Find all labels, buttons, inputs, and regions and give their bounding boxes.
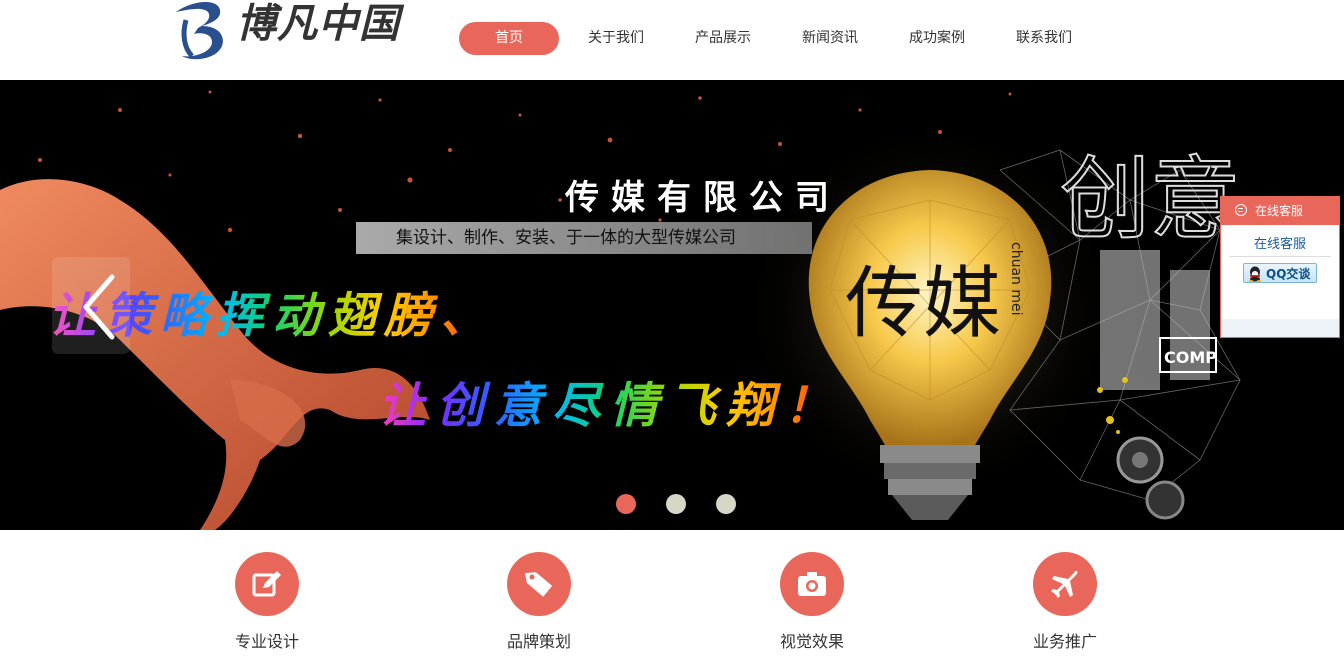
service-icon-circle — [235, 552, 299, 616]
slide-indicators — [616, 494, 736, 514]
service-label: 视觉效果 — [779, 632, 844, 651]
services-section: 专业设计 品牌策划 视觉效果 业务推广 — [0, 530, 1344, 657]
online-service-header[interactable]: 在线客服 — [1221, 197, 1339, 225]
service-label: 品牌策划 — [506, 632, 571, 651]
service-icon-circle — [780, 552, 844, 616]
service-visual[interactable]: 视觉效果 — [752, 552, 872, 652]
online-service-title: 在线客服 — [1255, 204, 1304, 218]
slide-dot-1[interactable] — [616, 494, 636, 514]
online-service-link[interactable]: 在线客服 — [1229, 233, 1331, 257]
service-branding[interactable]: 品牌策划 — [479, 552, 599, 652]
qq-chat-label: QQ交谈 — [1266, 267, 1311, 281]
service-label: 业务推广 — [1032, 632, 1097, 651]
bulb-base — [880, 445, 980, 520]
svg-text:COMP: COMP — [1164, 348, 1217, 367]
company-title: 传媒有限公司 — [565, 178, 841, 218]
qq-chat-button[interactable]: QQ交谈 — [1243, 263, 1317, 283]
service-promotion[interactable]: 业务推广 — [1005, 552, 1125, 652]
nav-item-about[interactable]: 关于我们 — [559, 22, 673, 55]
main-nav: 首页 关于我们 产品展示 新闻资讯 成功案例 联系我们 — [459, 22, 1101, 55]
tag-icon — [525, 572, 553, 597]
svg-text:chuan mei: chuan mei — [1008, 242, 1024, 316]
edit-icon — [252, 571, 281, 597]
camera-icon — [798, 572, 826, 596]
tagline-text: 集设计、制作、安装、于一体的大型传媒公司 — [396, 228, 736, 248]
nav-item-home[interactable]: 首页 — [459, 22, 559, 55]
service-icon-circle — [507, 552, 571, 616]
logo-text: 博凡中国 — [236, 1, 400, 47]
airplane-icon — [1051, 571, 1078, 598]
qq-penguin-icon — [1249, 266, 1261, 282]
service-label: 专业设计 — [234, 632, 299, 651]
nav-item-products[interactable]: 产品展示 — [673, 22, 773, 55]
online-service-widget: 在线客服 在线客服 QQ交谈 — [1220, 196, 1340, 338]
bulb-text: 传媒 — [845, 259, 1001, 349]
slide-dot-3[interactable] — [716, 494, 736, 514]
chevron-left-icon — [83, 274, 115, 340]
nav-item-cases[interactable]: 成功案例 — [887, 22, 987, 55]
site-header: 博凡中国 首页 关于我们 产品展示 新闻资讯 成功案例 联系我们 — [0, 0, 1344, 80]
service-design[interactable]: 专业设计 — [207, 552, 327, 652]
site-logo[interactable]: 博凡中国 — [172, 0, 422, 62]
logo-mark-icon — [176, 1, 223, 60]
online-service-footer — [1221, 319, 1339, 337]
right-deco-text: 创意 — [1060, 147, 1240, 252]
prev-slide-button[interactable] — [52, 257, 130, 354]
service-icon-circle — [1033, 552, 1097, 616]
hero-banner[interactable]: 传媒 chuan mei 创意 COMP 传媒有限公司 集设计、制作、安装、于一… — [0, 80, 1344, 530]
nav-item-contact[interactable]: 联系我们 — [987, 22, 1101, 55]
nav-item-news[interactable]: 新闻资讯 — [773, 22, 887, 55]
chat-icon — [1235, 204, 1247, 216]
slogan-line-2: 让创意尽情飞翔！ — [378, 366, 842, 436]
slide-dot-2[interactable] — [666, 494, 686, 514]
